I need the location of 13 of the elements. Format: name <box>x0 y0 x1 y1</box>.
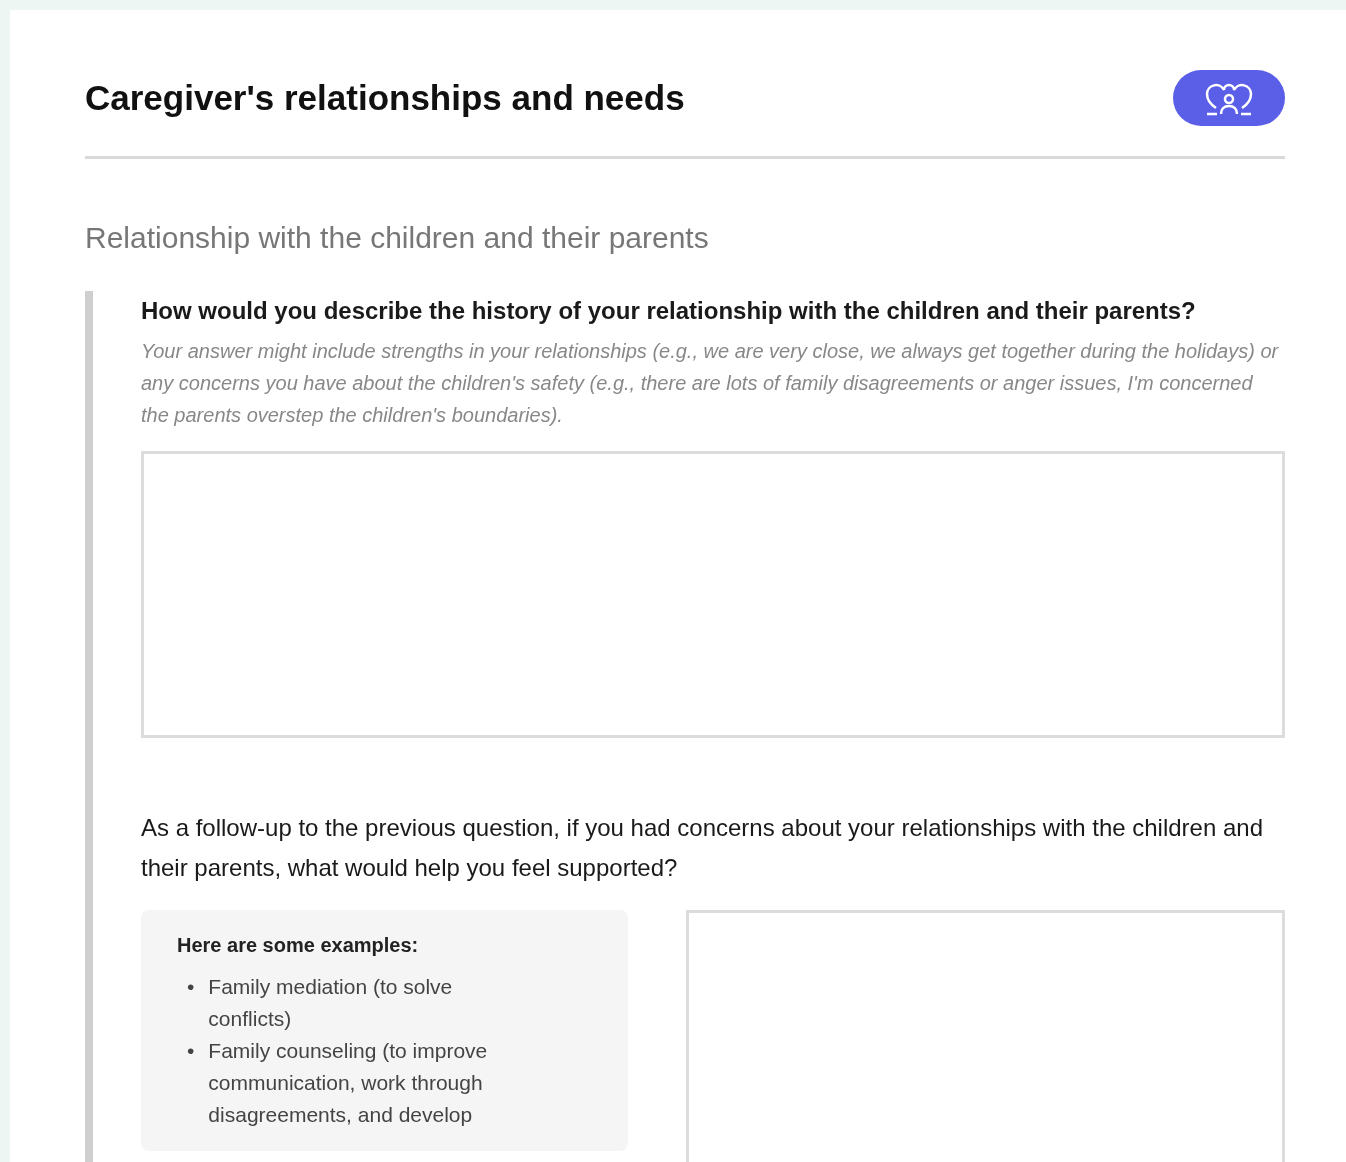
example-item: Family counseling (to improve communication, work through disagreements, and develop <box>208 1038 489 1128</box>
people-button[interactable] <box>1173 70 1285 126</box>
section-title: Relationship with the children and their parents <box>85 221 710 255</box>
question-text: How would you describe the history of your relationship with the children and their parents? <box>141 296 1197 326</box>
hint-text: Your answer might include strengths in your relationships (e.g., we are very close, we always get together during the holidays) or any concerns you have about the children's safety (e.g., there are lots of family disagreements or anger issues, I'm concerned the parents overstep the children's boundaries). <box>141 339 1280 428</box>
question-text: As a follow-up to the previous question, if you had concerns about your relationships with the children and their parents, what would help you feel supported? <box>141 813 1264 883</box>
bullet-mark: • <box>187 974 195 1000</box>
answer-box[interactable] <box>141 451 1285 738</box>
answer-box[interactable] <box>686 910 1285 1162</box>
example-item: Family mediation (to solve conflicts) <box>208 974 454 1032</box>
bullet-mark: • <box>187 1038 195 1064</box>
page-title: Caregiver's relationships and needs <box>85 78 685 118</box>
examples-title: Here are some examples: <box>177 934 420 957</box>
